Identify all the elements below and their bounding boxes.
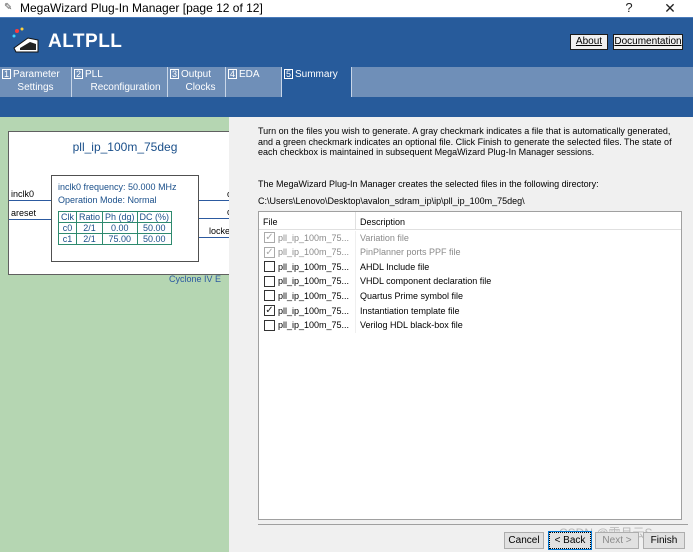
file-list-header: File Description [259,212,681,230]
file-name: pll_ip_100m_75... [278,261,350,272]
pll-symbol: pll_ip_100m_75deg inclk0 areset c0 c1 lo… [8,131,241,284]
tab-summary[interactable]: 5 Summary [282,67,352,97]
file-name: pll_ip_100m_75... [278,305,350,316]
wizard-tab-bar: 1 Parameter Settings 2 PLL Reconfigurati… [0,67,693,97]
tab-pll-reconfiguration[interactable]: 2 PLL Reconfiguration [72,67,168,97]
directory-caption: The MegaWizard Plug-In Manager creates t… [258,179,599,189]
port-areset: areset [11,208,37,218]
megawizard-window: ✎ MegaWizard Plug-In Manager [page 12 of… [0,0,693,552]
clock-table: Clk Ratio Ph (dg) DC (%) c0 2/1 0.00 50.… [58,211,173,245]
clock-table-row: c1 2/1 75.00 50.00 [58,233,173,245]
file-checkbox[interactable] [264,275,275,287]
back-button[interactable]: < Back [548,531,592,550]
window-title: MegaWizard Plug-In Manager [page 12 of 1… [20,1,263,15]
file-checkbox[interactable] [264,319,275,331]
port-line [9,200,51,201]
header-banner: ALTPLL About Documentation [0,17,693,67]
about-button[interactable]: About [570,34,608,50]
file-checkbox[interactable] [264,290,275,302]
summary-instructions: Turn on the files you wish to generate. … [258,126,672,157]
tab-eda[interactable]: 4 EDA [226,67,282,97]
file-row[interactable]: ✓ pll_ip_100m_75... PinPlanner ports PPF f… [259,245,681,261]
file-checkbox[interactable] [264,261,275,273]
help-button[interactable]: ? [615,0,643,17]
documentation-button[interactable]: Documentation [613,34,683,50]
file-description: PinPlanner ports PPF file [360,247,461,258]
file-row[interactable]: pll_ip_100m_75... AHDL Include file [259,260,681,275]
file-row[interactable]: ✓ pll_ip_100m_75... Variation file [259,231,681,246]
symbol-title: pll_ip_100m_75deg [72,140,178,154]
wand-logo-icon [12,27,39,53]
file-description: Quartus Prime symbol file [360,290,464,301]
file-row[interactable]: ✓ pll_ip_100m_75... Instantiation template… [259,304,681,319]
tab-underline-bar [0,97,693,117]
file-row[interactable]: pll_ip_100m_75... VHDL component declarat… [259,274,681,290]
file-name: pll_ip_100m_75... [278,320,350,331]
port-inclk0: inclk0 [11,189,35,199]
file-name: pll_ip_100m_75... [278,276,350,287]
file-name: pll_ip_100m_75... [278,247,350,258]
column-header-file[interactable]: File [263,217,278,227]
wizard-app-icon: ✎ [4,2,13,13]
cancel-button[interactable]: Cancel [504,532,544,549]
file-description: VHDL component declaration file [360,276,492,287]
file-row[interactable]: pll_ip_100m_75... Quartus Prime symbol fi… [259,289,681,304]
file-description: Variation file [360,232,409,243]
column-header-description[interactable]: Description [360,217,405,227]
next-button[interactable]: Next > [595,532,639,549]
symbol-preview-panel: pll_ip_100m_75deg inclk0 areset c0 c1 lo… [0,117,241,552]
file-name: pll_ip_100m_75... [278,290,350,301]
generated-files-list: File Description ✓ pll_ip_100m_75... Varia… [258,211,682,520]
tab-parameter-settings[interactable]: 1 Parameter Settings [0,67,72,97]
clock-table-row: c0 2/1 0.00 50.00 [58,222,173,234]
operation-mode: Operation Mode: Normal [58,195,157,205]
close-button[interactable]: ✕ [655,0,685,17]
file-checkbox: ✓ [264,232,275,243]
file-description: Instantiation template file [360,305,460,316]
title-bar: ✎ MegaWizard Plug-In Manager [page 12 of… [0,0,693,17]
file-description: Verilog HDL black-box file [360,320,463,331]
tab-output-clocks[interactable]: 3 Output Clocks [168,67,226,97]
device-family: Cyclone IV E [169,274,222,284]
file-checkbox: ✓ [264,246,275,258]
file-checkbox[interactable]: ✓ [264,305,275,316]
output-directory-path: C:\Users\Lenovo\Desktop\avalon_sdram_ip\… [258,196,525,206]
megafunction-name: ALTPLL [48,31,123,52]
file-description: AHDL Include file [360,261,430,272]
port-line [9,219,51,220]
file-row[interactable]: pll_ip_100m_75... Verilog HDL black-box f… [259,318,681,334]
clock-table-header: Clk Ratio Ph (dg) DC (%) [58,211,173,223]
finish-button[interactable]: Finish [643,532,685,549]
summary-panel: Turn on the files you wish to generate. … [229,117,693,552]
inclk-frequency: inclk0 frequency: 50.000 MHz [58,182,177,192]
pll-core-box: inclk0 frequency: 50.000 MHz Operation M… [51,175,199,262]
file-name: pll_ip_100m_75... [278,232,350,243]
